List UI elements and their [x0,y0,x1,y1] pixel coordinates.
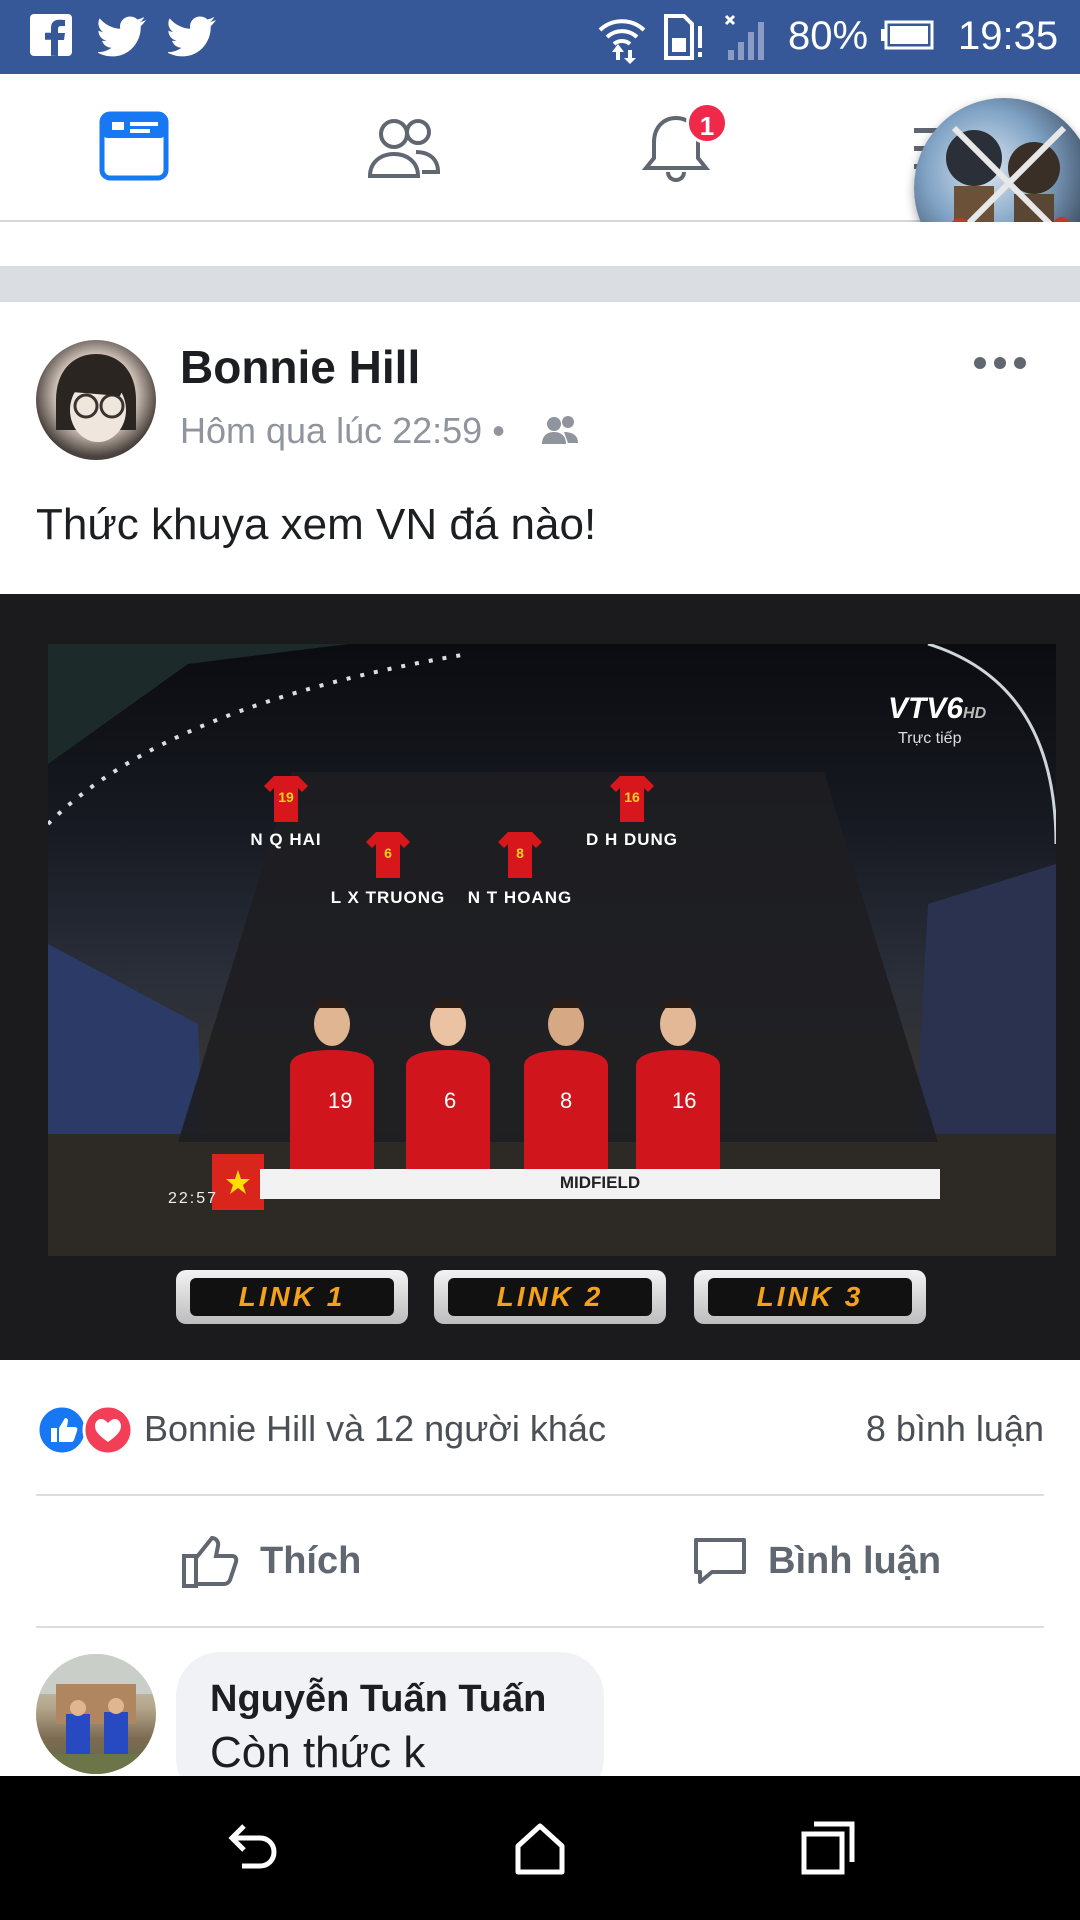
broadcast-clock: 22:57 [168,1190,219,1207]
friends-audience-icon [540,410,580,455]
sim-card-icon [662,12,708,67]
wifi-icon [596,12,648,69]
commenter-name[interactable]: Nguyễn Tuấn Tuấn [210,1678,546,1721]
clock: 19:35 [958,14,1059,58]
player-name-label: N Q HAI [250,830,322,849]
player-name-label: D H DUNG [585,830,679,849]
twitter-icon [96,12,148,63]
svg-text:6: 6 [384,845,392,861]
android-navigation-bar [0,1776,1080,1920]
back-icon[interactable] [222,1818,282,1883]
post-more-options-icon[interactable] [970,348,1030,383]
reaction-summary[interactable]: Bonnie Hill và 12 người khác [144,1408,606,1450]
post-text: Thức khuya xem VN đá nào! [36,500,597,549]
friends-icon [367,119,441,178]
svg-text:8: 8 [516,845,524,861]
commenter-avatar[interactable] [36,1654,156,1774]
svg-text:19: 19 [278,789,294,805]
link-3-label: LINK 3 [708,1278,912,1316]
battery-icon [880,12,936,63]
player-photo: 19 [290,999,374,1170]
post-author-name[interactable]: Bonnie Hill [180,340,420,394]
player-photo: 8 [524,999,608,1170]
link-1-label: LINK 1 [190,1278,394,1316]
svg-text:16: 16 [672,1088,696,1113]
channel-hd-text: HD [963,705,987,722]
recent-apps-icon[interactable] [798,1818,858,1883]
svg-text:19: 19 [328,1088,352,1113]
status-bar: 80% 19:35 [0,0,1080,74]
link-3-button: LINK 3 [694,1270,926,1324]
comment-count[interactable]: 8 bình luận [866,1408,1044,1450]
reaction-icons[interactable] [36,1404,136,1461]
divider [36,1626,1044,1628]
link-1-button: LINK 1 [176,1270,408,1324]
comment-label: Bình luận [768,1540,942,1582]
link-2-label: LINK 2 [448,1278,652,1316]
link-2-button: LINK 2 [434,1270,666,1324]
post-timestamp[interactable]: Hôm qua lúc 22:59 • [180,410,505,452]
twitter-icon [166,12,218,63]
comment-bubble-icon [694,1538,746,1584]
post-photo[interactable]: VTV6HD Trực tiếp 19 N Q HAI 16 D H DUNG … [0,594,1080,1360]
thumbs-up-icon [182,1535,239,1588]
notification-badge: 1 [686,102,728,144]
vietnam-flag-icon [212,1154,264,1210]
feed-separator [0,266,1080,302]
player-name-label: L X TRUONG [330,888,446,907]
jersey-icon: 8 [498,832,542,878]
divider [36,1494,1044,1496]
comment-text: Còn thức k [210,1728,426,1777]
facebook-icon [28,12,74,63]
jersey-icon: 6 [366,832,410,878]
position-label: MIDFIELD [559,1173,641,1192]
author-avatar[interactable] [36,340,156,460]
comment-button[interactable]: Bình luận [690,1530,990,1590]
player-photo: 6 [406,999,490,1170]
channel-live-label: Trực tiếp [898,730,962,747]
player-photo: 16 [636,999,720,1170]
nav-friends[interactable] [364,108,444,188]
svg-text:8: 8 [560,1088,572,1113]
battery-percent: 80% [788,14,869,58]
position-banner: MIDFIELD [260,1169,940,1199]
news-feed-icon [99,111,169,181]
home-icon[interactable] [510,1818,570,1883]
tv-broadcast-screenshot: VTV6HD Trực tiếp 19 N Q HAI 16 D H DUNG … [48,644,1056,1256]
svg-text:16: 16 [624,789,640,805]
svg-text:6: 6 [444,1088,456,1113]
channel-logo-text: VTV6 [888,692,964,725]
jersey-icon: 19 [264,776,308,822]
player-name-label: N T HOANG [467,888,573,907]
jersey-icon: 16 [610,776,654,822]
signal-icon [722,12,774,69]
like-label: Thích [260,1540,362,1582]
channel-logo: VTV6HD [888,692,986,726]
scrolled-action-row [0,222,1080,266]
like-button[interactable]: Thích [180,1530,420,1590]
nav-news-feed[interactable] [96,108,176,188]
